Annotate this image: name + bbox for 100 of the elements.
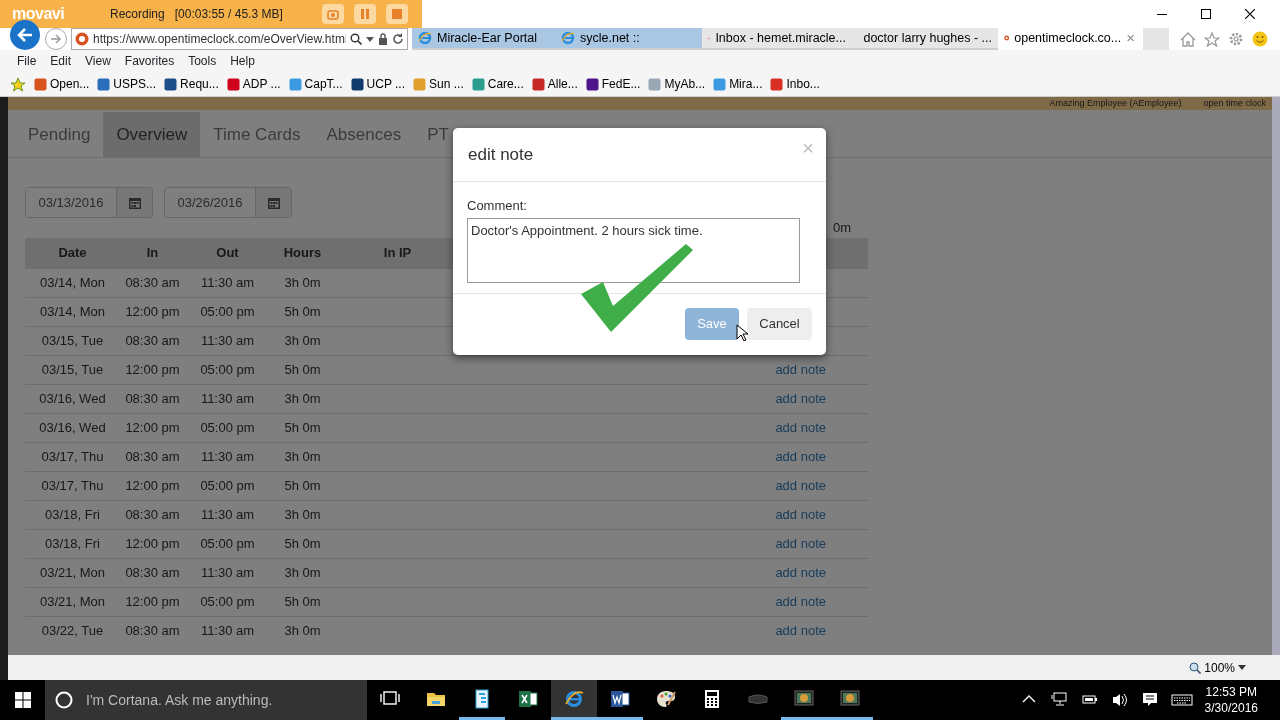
favorite-link[interactable]: Care... [471, 75, 524, 93]
check-mark-icon [581, 244, 693, 332]
table-cell: 5h 0m [270, 587, 335, 616]
table-cell: 05:00 pm [185, 297, 270, 326]
date-field[interactable]: 03/13/2016 [25, 187, 153, 218]
table-cell: 08:30 am [120, 616, 185, 645]
menu-item[interactable]: Edit [45, 52, 77, 70]
taskbar-clock[interactable]: 12:53 PM 3/30/2016 [1196, 684, 1266, 716]
favorite-link[interactable]: Open... [34, 75, 90, 93]
table-cell: 08:30 am [120, 500, 185, 529]
table-cell: 11:30 am [185, 616, 270, 645]
bookmark-icon [413, 77, 427, 91]
table-cell: 05:00 pm [185, 413, 270, 442]
search-field[interactable]: I'm Cortana. Ask me anything. [45, 680, 367, 720]
bookmark-icon [471, 77, 485, 91]
table-cell: 03/18, Fri [25, 500, 120, 529]
column-header: Out [185, 238, 270, 268]
keyboard-icon[interactable] [1170, 691, 1193, 709]
cancel-button[interactable]: Cancel [747, 308, 812, 340]
table-cell: 03/18, Fri [25, 529, 120, 558]
comment-label: Comment: [467, 197, 527, 215]
table-cell: 08:30 am [120, 442, 185, 471]
maximize-icon [1201, 9, 1211, 19]
favorites-star-icon[interactable] [10, 76, 26, 92]
calendar-button[interactable] [116, 188, 152, 217]
stop-icon [391, 8, 403, 20]
favorite-label: Open... [50, 76, 90, 93]
table-cell: 03/14, Mon [25, 268, 120, 297]
bookmark-icon [34, 77, 47, 91]
caret-icon [1238, 665, 1246, 670]
menu-item[interactable]: View [80, 52, 116, 70]
table-cell: 3h 0m [270, 326, 335, 355]
browser-tab[interactable]: doctor larry hughes - ... [852, 28, 998, 50]
table-cell: 11:30 am [185, 326, 270, 355]
column-header: Date [25, 238, 120, 268]
address-bar[interactable]: https://www.opentimeclock.com/eOverView.html [71, 28, 408, 50]
table-cell: 3h 0m [270, 500, 335, 529]
refresh-icon[interactable] [392, 33, 404, 45]
tab-title: opentimeclock.co... [1014, 29, 1122, 47]
column-header: Hours [270, 238, 335, 268]
star-icon[interactable] [1204, 31, 1220, 47]
back-button[interactable] [10, 20, 40, 50]
bookmark-icon [350, 77, 364, 91]
table-cell: 12:00 pm [120, 471, 185, 500]
table-cell: 03/16, Wed [25, 413, 120, 442]
favorite-link[interactable]: Inbo... [770, 75, 820, 93]
bookmark-icon [226, 77, 240, 91]
table-cell: 11:30 am [185, 558, 270, 587]
favorite-link[interactable]: CapT... [288, 75, 343, 93]
bookmark-icon [713, 77, 727, 91]
favorite-link[interactable]: USPS... [97, 75, 157, 93]
table-cell: 08:30 am [120, 558, 185, 587]
favorite-link[interactable]: FedE... [585, 75, 641, 93]
cursor-icon [736, 324, 748, 341]
comment-field[interactable]: Doctor's Appointment. 2 hours sick time. [467, 217, 800, 283]
recorder-logo: movavi [12, 4, 66, 24]
settings-icon[interactable] [1228, 31, 1244, 47]
home-icon[interactable] [1180, 31, 1196, 47]
favorite-link[interactable]: Mira... [713, 75, 763, 93]
clock-logo-icon [75, 32, 89, 46]
table-cell: 11:30 am [185, 500, 270, 529]
menu-item[interactable]: Tools [183, 52, 222, 70]
screen-icon [794, 688, 814, 709]
zoom-control[interactable]: 100% [1189, 658, 1246, 677]
browser-tab[interactable]: sycle.net :: [555, 28, 702, 50]
table-cell: 03/16, Wed [25, 384, 120, 413]
taskbar-app[interactable] [551, 680, 597, 720]
favorite-label: Sun ... [429, 76, 464, 93]
table-cell: 08:30 am [120, 326, 185, 355]
calculator-icon [702, 688, 722, 709]
date-field[interactable]: 03/26/2016 [164, 187, 292, 218]
zoom-level: 100% [1204, 659, 1235, 677]
screen-icon [840, 688, 860, 709]
favorite-link[interactable]: Alle... [531, 75, 578, 93]
zoom-icon [1189, 661, 1202, 674]
caret-icon[interactable] [366, 36, 374, 42]
calendar-button[interactable] [255, 188, 291, 217]
favorite-label: UCP ... [366, 76, 406, 93]
table-cell: 03/15, Tue [25, 355, 120, 384]
favorite-link[interactable]: ADP ... [226, 75, 281, 93]
menu-item[interactable]: Favorites [119, 52, 180, 70]
close-tab-icon[interactable]: × [1126, 28, 1135, 48]
menu-item[interactable]: File [12, 52, 42, 70]
favorite-link[interactable]: MyAb... [648, 75, 706, 93]
browser-e-icon [564, 688, 584, 709]
recording-timer: [00:03:55 / 45.3 MB] [174, 6, 283, 23]
favorite-label: MyAb... [664, 76, 706, 93]
menu-item[interactable]: Help [225, 52, 260, 70]
table-cell: 3h 0m [270, 384, 335, 413]
favorite-link[interactable]: Sun ... [413, 75, 464, 93]
favorite-link[interactable]: Requ... [164, 75, 219, 93]
smiley-icon[interactable] [1252, 31, 1268, 47]
browser-tab[interactable]: Miracle-Ear Portal [412, 28, 555, 50]
search-icon[interactable] [350, 33, 362, 45]
favorite-link[interactable]: UCP ... [350, 75, 406, 93]
table-cell: 5h 0m [270, 413, 335, 442]
browser-tab[interactable]: Inbox - hemet.miracle... [702, 28, 852, 50]
favorite-label: CapT... [304, 76, 343, 93]
lock-icon [378, 33, 388, 45]
total-hours: 0m [832, 219, 851, 237]
